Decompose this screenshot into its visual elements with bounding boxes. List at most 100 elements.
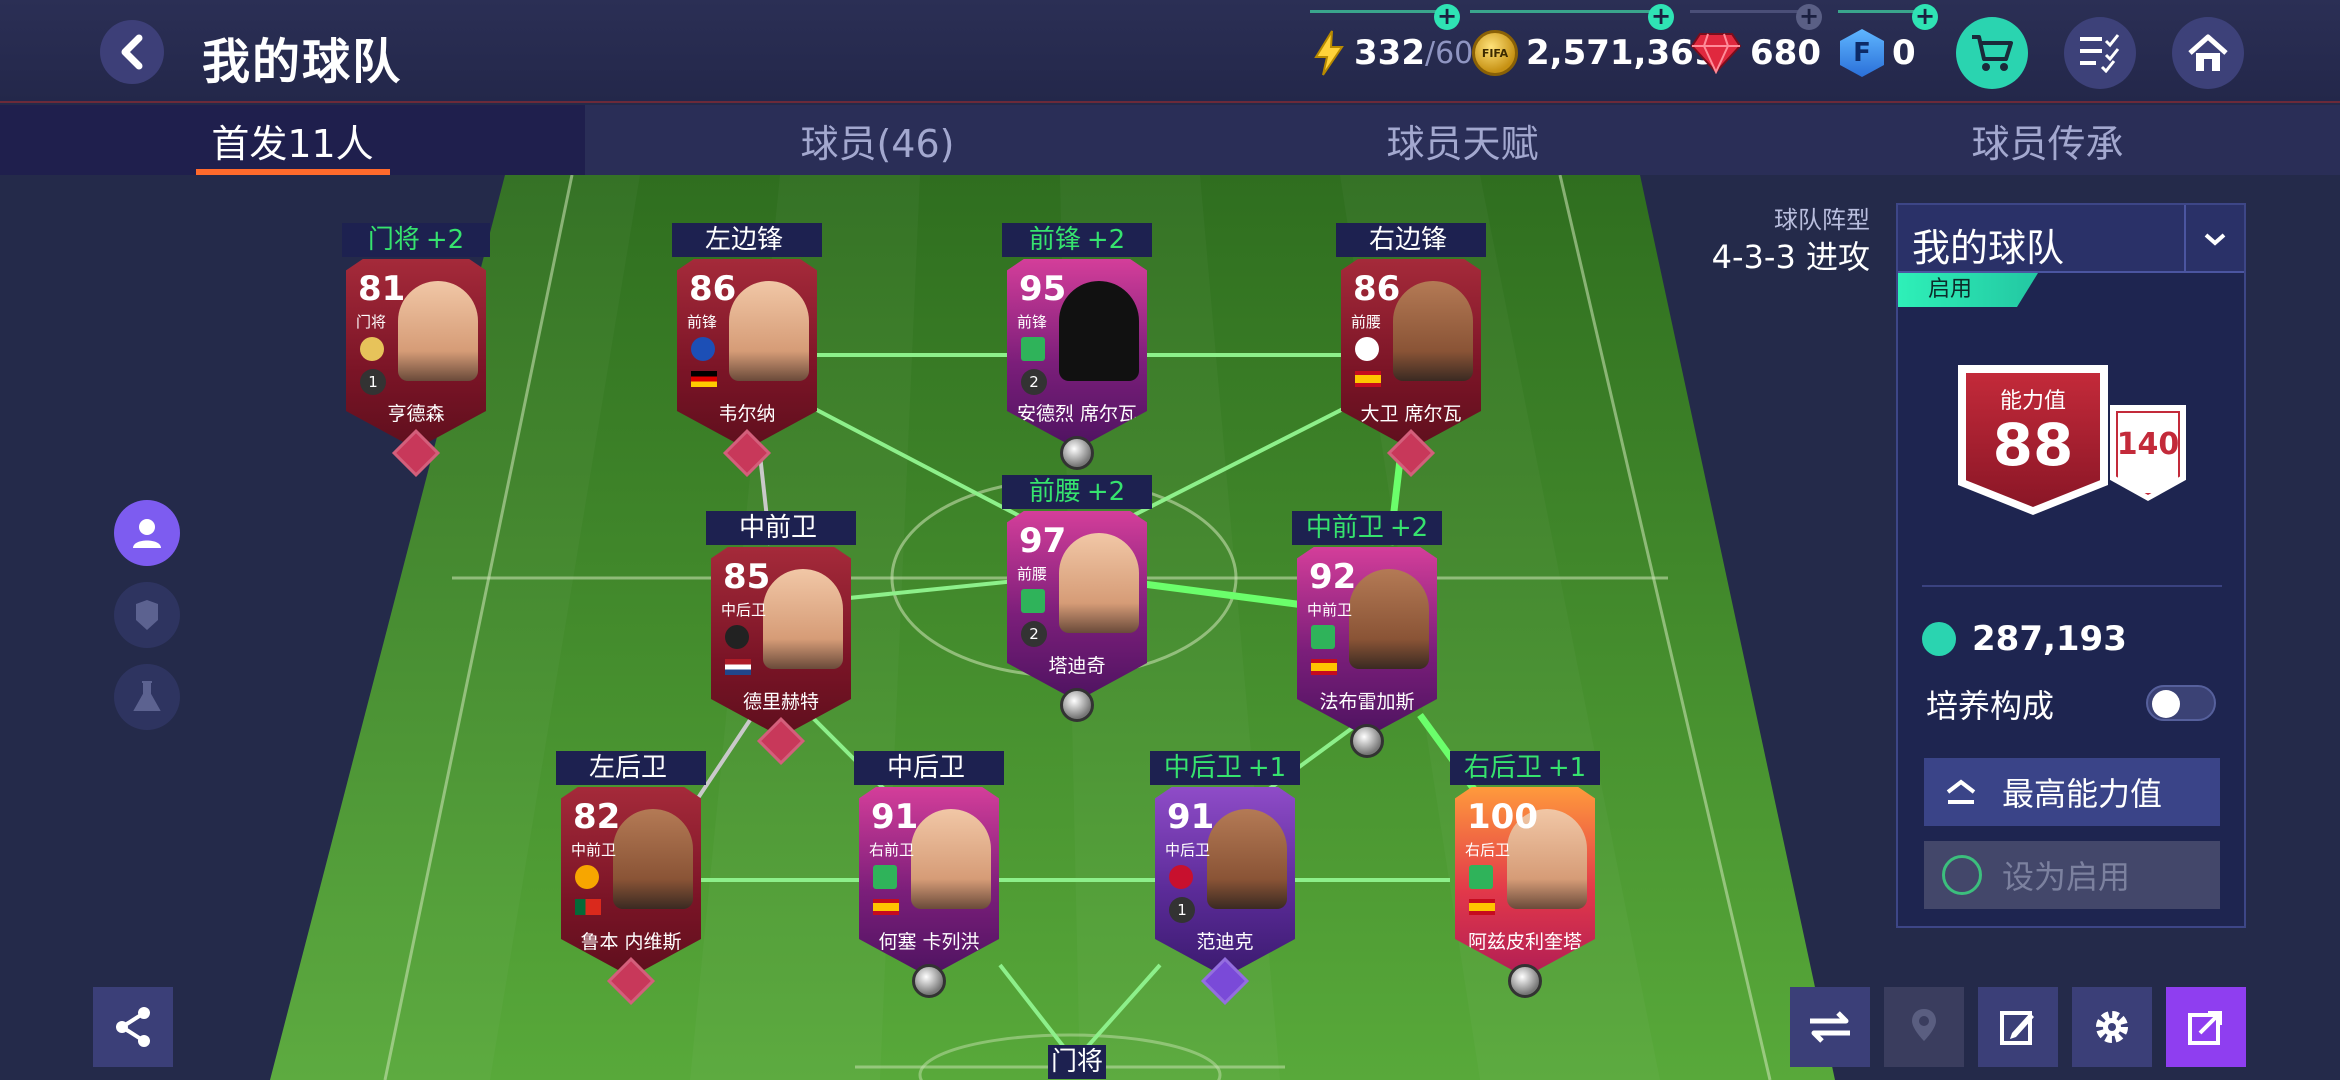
player-card[interactable]: 95 前锋 2 安德烈 席尔瓦 xyxy=(1007,259,1147,449)
gem-value: 680 xyxy=(1750,33,1821,73)
player-position: 中前卫 xyxy=(1307,601,1353,619)
slot-label: 中后卫 xyxy=(854,751,1004,785)
back-button[interactable] xyxy=(100,20,164,84)
gem-counter: 680 xyxy=(1690,26,1821,80)
player-card[interactable]: 97 前腰 2 塔迪奇 xyxy=(1007,511,1147,701)
lab-view-button[interactable] xyxy=(114,664,180,730)
slot-label: 门将 +2 xyxy=(342,223,490,257)
squad-panel: 我的球队 启用 能力值 88 140 287,193 培养构成 最高能力值 设为… xyxy=(1896,203,2246,928)
swap-button[interactable] xyxy=(1790,987,1870,1067)
slot-label-text: 前锋 xyxy=(1028,225,1081,255)
slot-label: 前腰 +2 xyxy=(1002,475,1152,509)
player-position: 中前卫 xyxy=(571,841,617,859)
gem-bar xyxy=(1690,10,1806,13)
player-level: 2 xyxy=(1021,621,1047,647)
player-position: 右后卫 xyxy=(1465,841,1511,859)
energy-counter: 332 /60 xyxy=(1312,26,1473,80)
boost-icon xyxy=(1469,865,1493,889)
home-button[interactable] xyxy=(2172,17,2244,89)
coin-icon: FIFA xyxy=(1472,30,1518,76)
player-position: 门将 xyxy=(356,313,387,331)
player-name: 鲁本 内维斯 xyxy=(580,931,682,953)
chevron-left-icon xyxy=(121,34,143,70)
slot-label-text: 右边锋 xyxy=(1368,225,1447,255)
squad-dropdown-button[interactable] xyxy=(2184,205,2244,273)
player-card[interactable]: 86 前锋 韦尔纳 xyxy=(677,259,817,449)
slot-bonus: +1 xyxy=(1547,753,1587,783)
squad-name: 我的球队 xyxy=(1912,226,2065,270)
player-card[interactable]: 91 中后卫 1 范迪克 xyxy=(1155,787,1295,977)
location-button[interactable] xyxy=(1884,987,1964,1067)
formation-value[interactable]: 4-3-3 进攻 xyxy=(1640,232,1870,278)
player-portrait xyxy=(1059,281,1139,381)
player-rating: 81 xyxy=(358,269,406,309)
flag-icon xyxy=(1311,659,1337,675)
active-status-tag: 启用 xyxy=(1898,273,2038,307)
slot-label-text: 左后卫 xyxy=(588,753,667,783)
player-rating: 92 xyxy=(1309,557,1357,597)
player-card[interactable]: 91 右前卫 何塞 卡列洪 xyxy=(859,787,999,977)
player-name: 韦尔纳 xyxy=(718,403,776,425)
player-view-button[interactable] xyxy=(114,500,180,566)
player-portrait xyxy=(613,809,693,909)
toggle-knob xyxy=(2152,690,2180,718)
player-level: 2 xyxy=(1021,369,1047,395)
max-rating-label: 最高能力值 xyxy=(2002,775,2163,813)
player-card[interactable]: 100 右后卫 阿兹皮利奎塔 xyxy=(1455,787,1595,977)
fifa-points-icon-label: F xyxy=(1853,38,1871,68)
edit-button[interactable] xyxy=(1978,987,2058,1067)
player-card[interactable]: 92 中前卫 法布雷加斯 xyxy=(1297,547,1437,737)
player-card[interactable]: 86 前腰 大卫 席尔瓦 xyxy=(1341,259,1481,449)
tab-talents[interactable]: 球员天赋 xyxy=(1170,105,1755,175)
tab-heritage[interactable]: 球员传承 xyxy=(1755,105,2340,175)
player-rating: 91 xyxy=(871,797,919,837)
slot-label: 中前卫 xyxy=(706,511,856,545)
training-toggle[interactable] xyxy=(2146,685,2216,721)
set-active-label: 设为启用 xyxy=(2002,858,2131,896)
store-button[interactable] xyxy=(1956,17,2028,89)
player-name: 安德烈 席尔瓦 xyxy=(1016,403,1138,425)
add-points-button[interactable]: + xyxy=(1912,4,1938,30)
team-value: 287,193 xyxy=(1972,619,2127,659)
boost-icon xyxy=(873,865,897,889)
player-position: 前锋 xyxy=(687,313,718,331)
share-button[interactable] xyxy=(93,987,173,1067)
player-card[interactable]: 81 门将 1 亨德森 xyxy=(346,259,486,449)
player-level: 1 xyxy=(1169,897,1195,923)
set-active-button[interactable]: 设为启用 xyxy=(1924,841,2220,909)
max-rating-button[interactable]: 最高能力值 xyxy=(1924,758,2220,826)
slot-label-text: 中后卫 xyxy=(886,753,965,783)
settings-button[interactable] xyxy=(2072,987,2152,1067)
player-portrait xyxy=(763,569,843,669)
tab-players[interactable]: 球员(46) xyxy=(585,105,1170,175)
player-portrait xyxy=(1059,533,1139,633)
player-card[interactable]: 82 中前卫 鲁本 内维斯 xyxy=(561,787,701,977)
kit-view-button[interactable] xyxy=(114,582,180,648)
jersey-icon xyxy=(1922,622,1956,656)
club-badge-icon xyxy=(725,625,749,649)
player-card[interactable]: 85 中后卫 德里赫特 xyxy=(711,547,851,737)
expand-icon xyxy=(2188,1011,2222,1045)
checklist-button[interactable] xyxy=(2064,17,2136,89)
lightning-icon xyxy=(1314,30,1344,76)
player-position: 中后卫 xyxy=(1165,841,1211,859)
coin-icon-label: FIFA xyxy=(1481,46,1509,60)
slot-label: 左边锋 xyxy=(672,223,822,257)
slot-label-text: 中前卫 xyxy=(738,513,817,543)
tab-starting-eleven[interactable]: 首发11人 xyxy=(0,105,585,175)
player-portrait xyxy=(398,281,478,381)
expand-button[interactable] xyxy=(2166,987,2246,1067)
slot-label-text: 门将 xyxy=(367,225,420,255)
player-level: 1 xyxy=(360,369,386,395)
slot-bonus: +2 xyxy=(1086,477,1126,507)
cart-icon xyxy=(1972,35,2013,71)
player-position: 右前卫 xyxy=(869,841,915,859)
club-badge-icon xyxy=(691,337,715,361)
bottom-slot-label: 门将 xyxy=(1048,1045,1106,1079)
player-position: 中后卫 xyxy=(721,601,767,619)
ball-icon xyxy=(1350,724,1384,758)
player-name: 德里赫特 xyxy=(742,691,819,713)
squad-select[interactable]: 我的球队 xyxy=(1898,205,2244,273)
boost-icon xyxy=(1021,337,1045,361)
coin-value: 2,571,369 xyxy=(1526,33,1718,73)
